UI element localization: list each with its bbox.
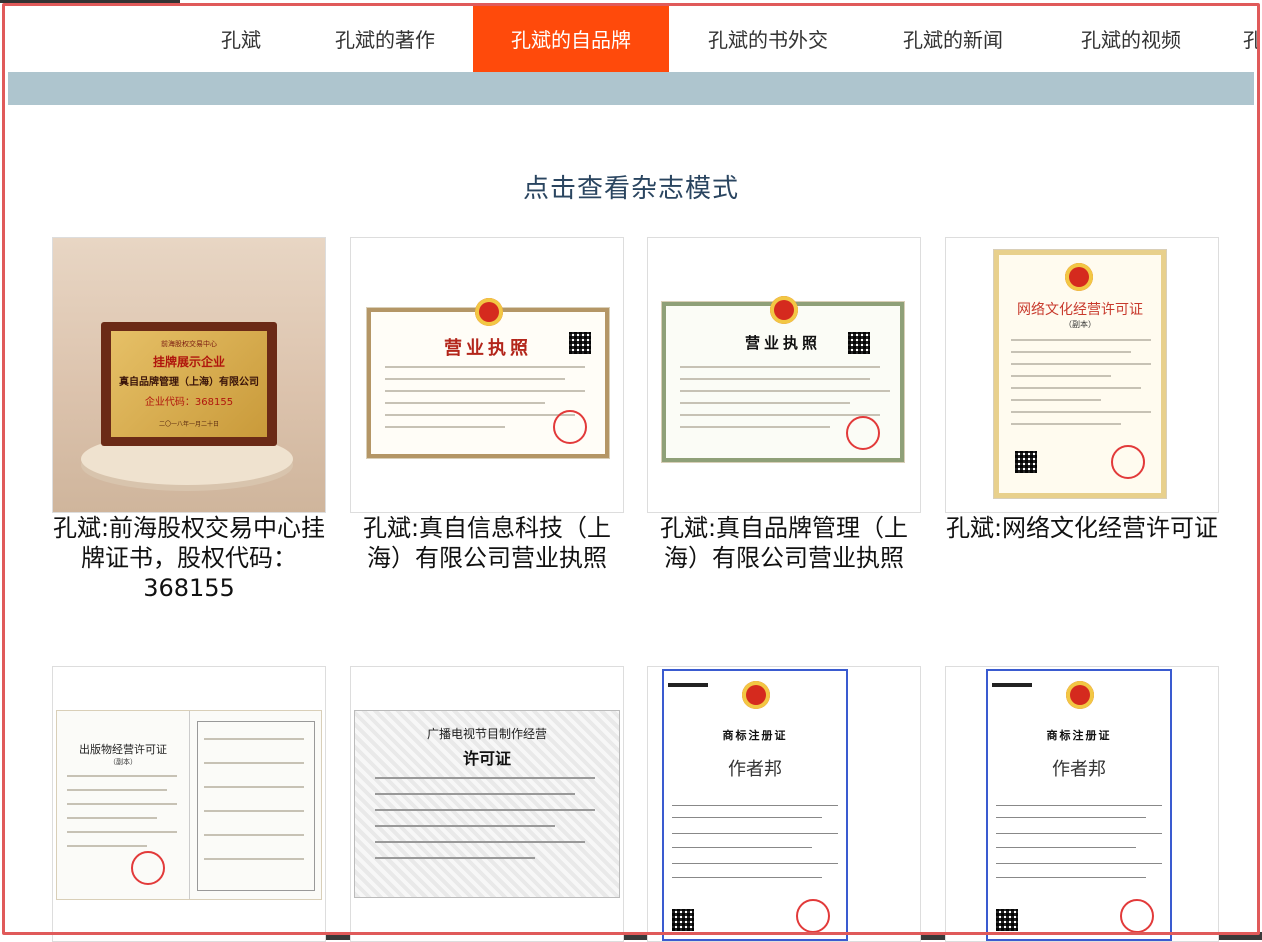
focus-frame bbox=[2, 3, 1260, 935]
